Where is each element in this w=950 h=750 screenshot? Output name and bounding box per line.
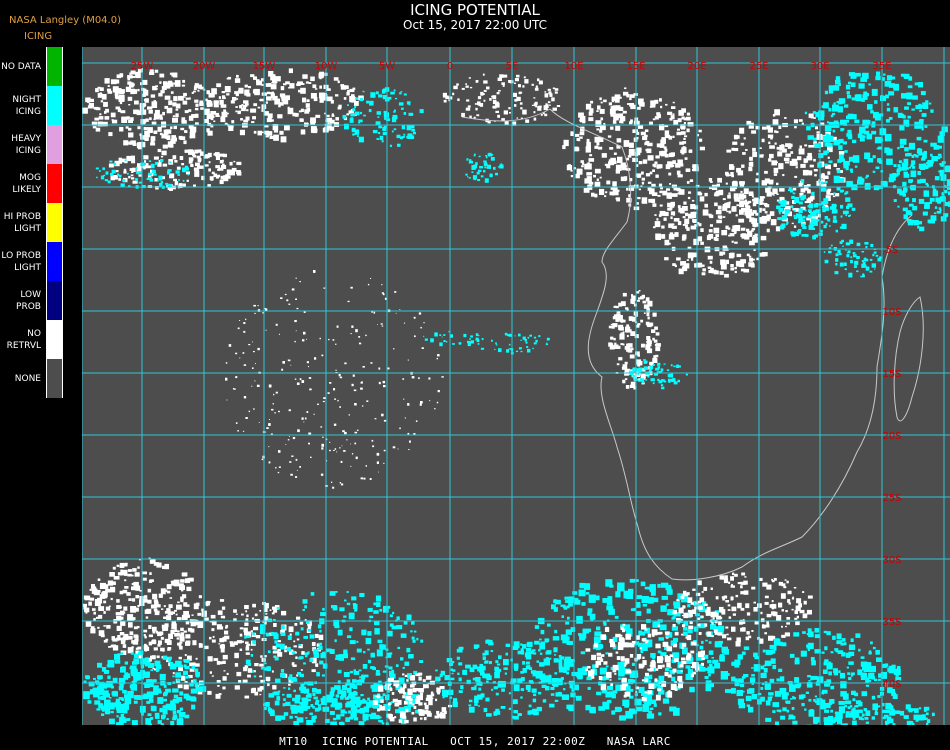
legend-item: MOG LIKELY [0, 164, 65, 203]
legend-label: NIGHT ICING [12, 94, 41, 117]
longitude-label: 10W [315, 61, 338, 72]
longitude-label: 5E [506, 61, 519, 72]
legend-item: NO DATA [0, 47, 65, 86]
latitude-label: 25S [882, 493, 901, 504]
latitude-label: 5S [886, 245, 899, 256]
latitude-label: 40S [882, 679, 901, 690]
legend-label: NO DATA [1, 61, 41, 72]
footer-caption: MT10 ICING POTENTIAL OCT 15, 2017 22:00Z… [279, 735, 671, 748]
legend-item: NIGHT ICING [0, 86, 65, 125]
longitude-label: 30E [810, 61, 829, 72]
latitude-label: 10S [882, 307, 901, 318]
longitude-label: 15W [253, 61, 276, 72]
legend-label: NO RETRVL [6, 328, 41, 351]
legend-item: HI PROB LIGHT [0, 203, 65, 242]
latitude-label: 15S [882, 369, 901, 380]
legend-swatch [46, 281, 63, 320]
legend-item: HEAVY ICING [0, 125, 65, 164]
legend-label: LO PROB LIGHT [1, 250, 41, 273]
legend-label: HI PROB LIGHT [3, 211, 41, 234]
map-timestamp: Oct 15, 2017 22:00 UTC [403, 18, 547, 32]
legend-swatch [46, 359, 63, 398]
latitude-label: 35S [882, 617, 901, 628]
legend-label: MOG LIKELY [12, 172, 41, 195]
legend-item: LO PROB LIGHT [0, 242, 65, 281]
latitude-label: 20S [882, 431, 901, 442]
longitude-label: 15E [626, 61, 645, 72]
legend-label: HEAVY ICING [11, 133, 41, 156]
legend-swatch [46, 320, 63, 359]
legend-swatch [46, 125, 63, 164]
longitude-label: 25W [131, 61, 154, 72]
longitude-label: 0 [447, 61, 453, 72]
longitude-label: 35E [872, 61, 891, 72]
map-title: ICING POTENTIAL [410, 1, 540, 19]
legend-label: NONE [14, 373, 41, 384]
legend-swatch [46, 164, 63, 203]
legend-swatch [46, 242, 63, 281]
icing-map: 25W 20W 15W 10W 5W 0 5E 10E 15E 20E 25E 30E 35E 5S 10… [82, 47, 950, 725]
longitude-label: 10E [564, 61, 583, 72]
legend-item: NO RETRVL [0, 320, 65, 359]
latitude-label: 30S [882, 555, 901, 566]
legend-label: LOW PROB [16, 289, 41, 312]
legend-item: NONE [0, 359, 65, 398]
legend-swatch [46, 203, 63, 242]
longitude-label: 25E [749, 61, 768, 72]
longitude-label: 20E [687, 61, 706, 72]
legend-item: LOW PROB [0, 281, 65, 320]
longitude-label: 20W [193, 61, 216, 72]
legend-swatch [46, 86, 63, 125]
longitude-label: 5W [379, 61, 395, 72]
legend-swatch [46, 47, 63, 86]
product-label: ICING [24, 31, 53, 42]
